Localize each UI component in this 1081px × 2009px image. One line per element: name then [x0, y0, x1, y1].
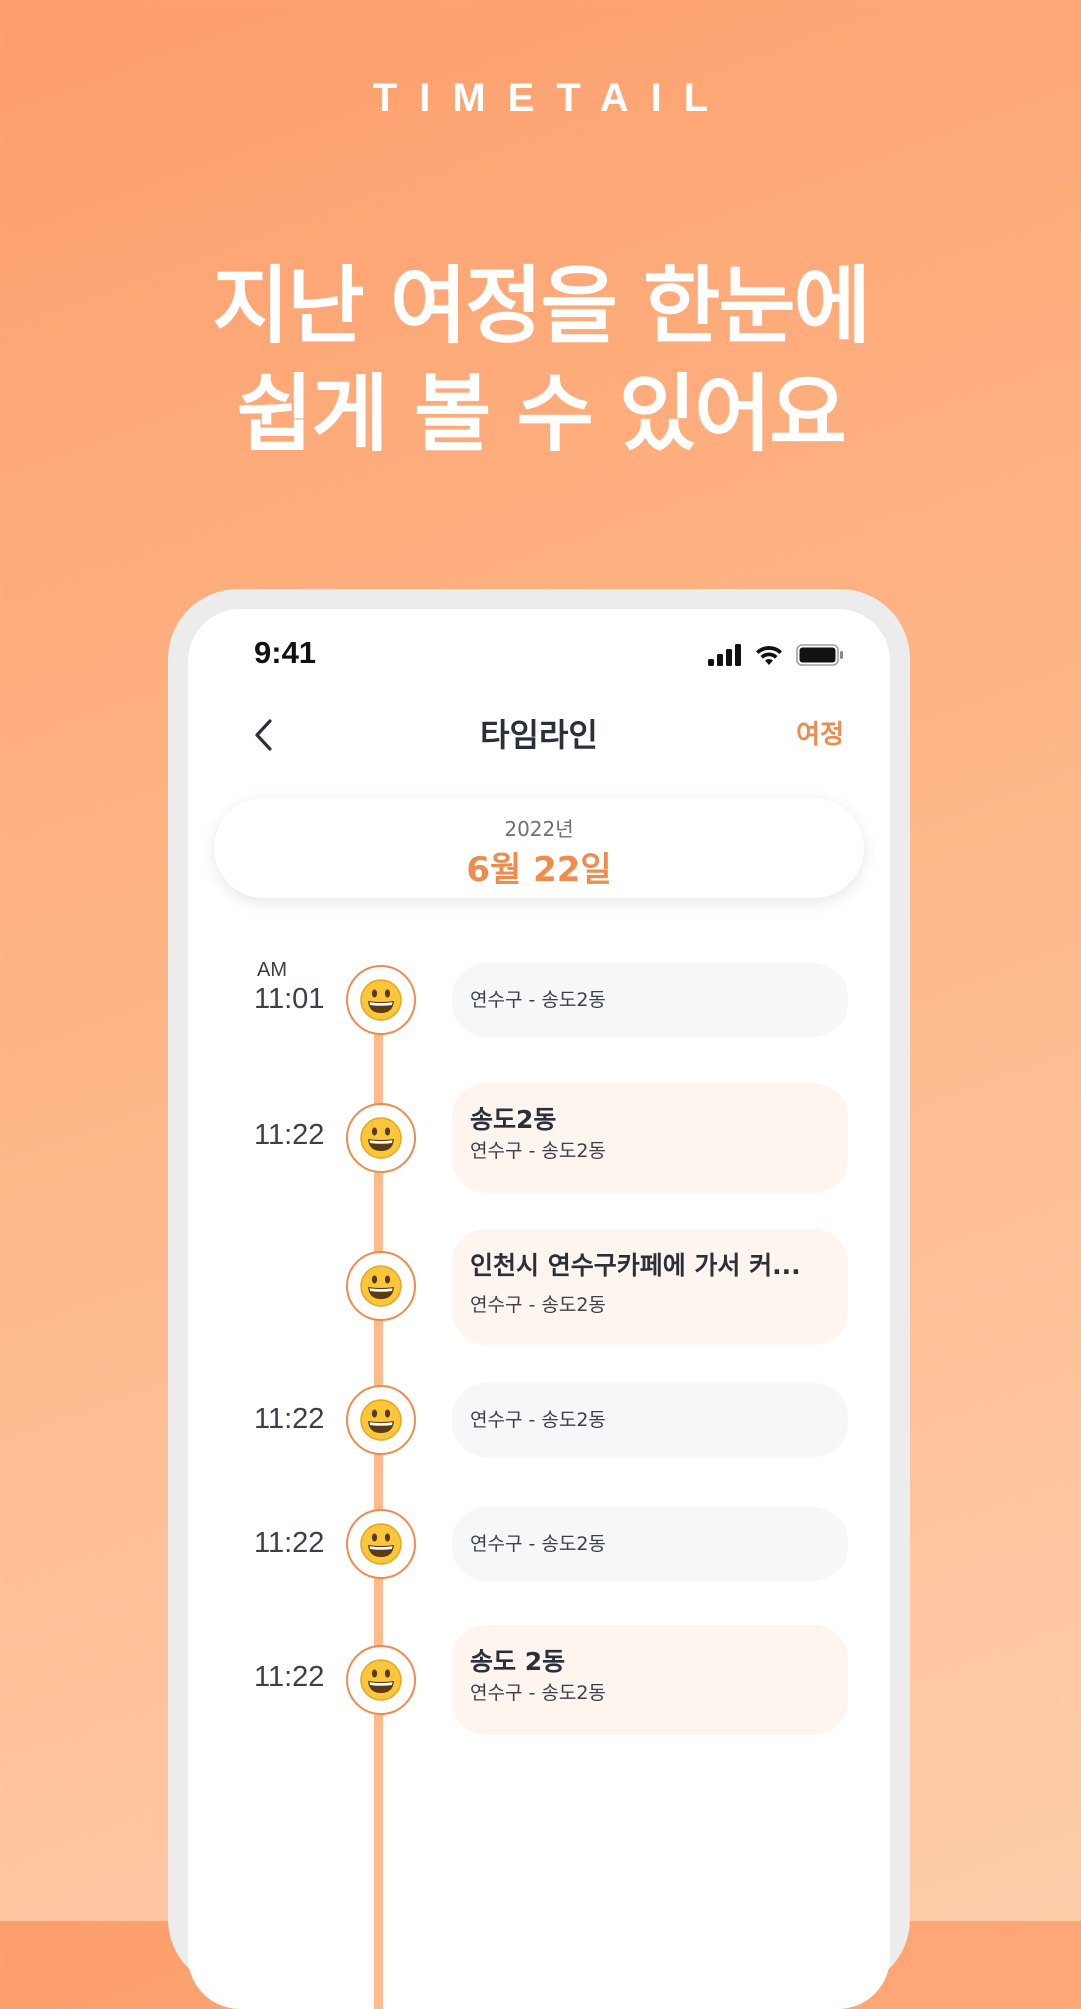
page-title: 타임라인 — [480, 716, 598, 754]
headline-line-1: 지난 여정을 한눈에 — [212, 257, 871, 355]
status-bar-icons — [708, 643, 844, 667]
entry-avatar[interactable] — [346, 1385, 416, 1455]
entry-location: 연수구 - 송도2동 — [470, 989, 606, 1011]
entry-time: 11:22 — [254, 1661, 325, 1693]
entry-location: 연수구 - 송도2동 — [470, 1533, 606, 1555]
entry-ampm: AM — [257, 959, 287, 981]
phone-screen: 9:41 타임라인 여정 2022년 6월 22일 AM 11:01 연수구 -… — [188, 609, 890, 2009]
entry-card[interactable]: 연수구 - 송도2동 — [452, 963, 848, 1037]
entry-card[interactable]: 연수구 - 송도2동 — [452, 1507, 848, 1581]
entry-time: 11:22 — [254, 1119, 325, 1151]
entry-avatar[interactable] — [346, 1103, 416, 1173]
grinning-face-emoji-icon — [360, 1659, 402, 1701]
date-selector[interactable]: 2022년 6월 22일 — [214, 798, 864, 898]
journey-button[interactable]: 여정 — [796, 715, 844, 755]
entry-avatar[interactable] — [346, 1251, 416, 1321]
entry-time: 11:22 — [254, 1403, 325, 1435]
entry-time: 11:22 — [254, 1527, 325, 1559]
status-bar-time: 9:41 — [254, 635, 317, 670]
entry-time: 11:01 — [254, 983, 325, 1015]
grinning-face-emoji-icon — [360, 1399, 402, 1441]
timeline-entry: 11:22 송도2동 연수구 - 송도2동 — [188, 1083, 890, 1193]
entry-location: 연수구 - 송도2동 — [470, 1294, 606, 1316]
entry-location: 연수구 - 송도2동 — [470, 1140, 606, 1162]
entry-avatar[interactable] — [346, 1645, 416, 1715]
entry-avatar[interactable] — [346, 965, 416, 1035]
brand-logo: TIMETAIL — [372, 76, 731, 120]
headline-line-2: 쉽게 볼 수 있어요 — [236, 365, 847, 463]
date-day: 6월 22일 — [466, 850, 612, 890]
entry-title: 인천시 연수구카페에 가서 커... — [470, 1251, 801, 1280]
timeline-entry: 11:22 송도 2동 연수구 - 송도2동 — [188, 1625, 890, 1735]
entry-location: 연수구 - 송도2동 — [470, 1409, 606, 1431]
cellular-signal-icon — [708, 644, 741, 666]
battery-icon — [796, 644, 843, 666]
entry-location: 연수구 - 송도2동 — [470, 1682, 606, 1704]
entry-card[interactable]: 연수구 - 송도2동 — [452, 1383, 848, 1457]
wifi-icon — [756, 646, 782, 665]
grinning-face-emoji-icon — [360, 1523, 402, 1565]
timeline-entry: AM 11:01 연수구 - 송도2동 — [188, 959, 890, 1037]
entry-card[interactable]: 송도2동 연수구 - 송도2동 — [452, 1083, 848, 1193]
grinning-face-emoji-icon — [360, 1265, 402, 1307]
date-year: 2022년 — [504, 817, 574, 841]
entry-avatar[interactable] — [346, 1509, 416, 1579]
entry-card[interactable]: 송도 2동 연수구 - 송도2동 — [452, 1625, 848, 1735]
entry-title: 송도2동 — [470, 1105, 557, 1134]
grinning-face-emoji-icon — [360, 1117, 402, 1159]
phone-mockup: 9:41 타임라인 여정 2022년 6월 22일 AM 11:01 연수구 -… — [168, 589, 910, 2009]
timeline-entry: 인천시 연수구카페에 가서 커... 연수구 - 송도2동 — [188, 1229, 890, 1345]
entry-card[interactable]: 인천시 연수구카페에 가서 커... 연수구 - 송도2동 — [452, 1229, 848, 1345]
grinning-face-emoji-icon — [360, 979, 402, 1021]
entry-title: 송도 2동 — [470, 1647, 566, 1676]
timeline-entry: 11:22 연수구 - 송도2동 — [188, 1383, 890, 1457]
headline: 지난 여정을 한눈에 쉽게 볼 수 있어요 — [0, 252, 1081, 468]
timeline-entry: 11:22 연수구 - 송도2동 — [188, 1507, 890, 1581]
